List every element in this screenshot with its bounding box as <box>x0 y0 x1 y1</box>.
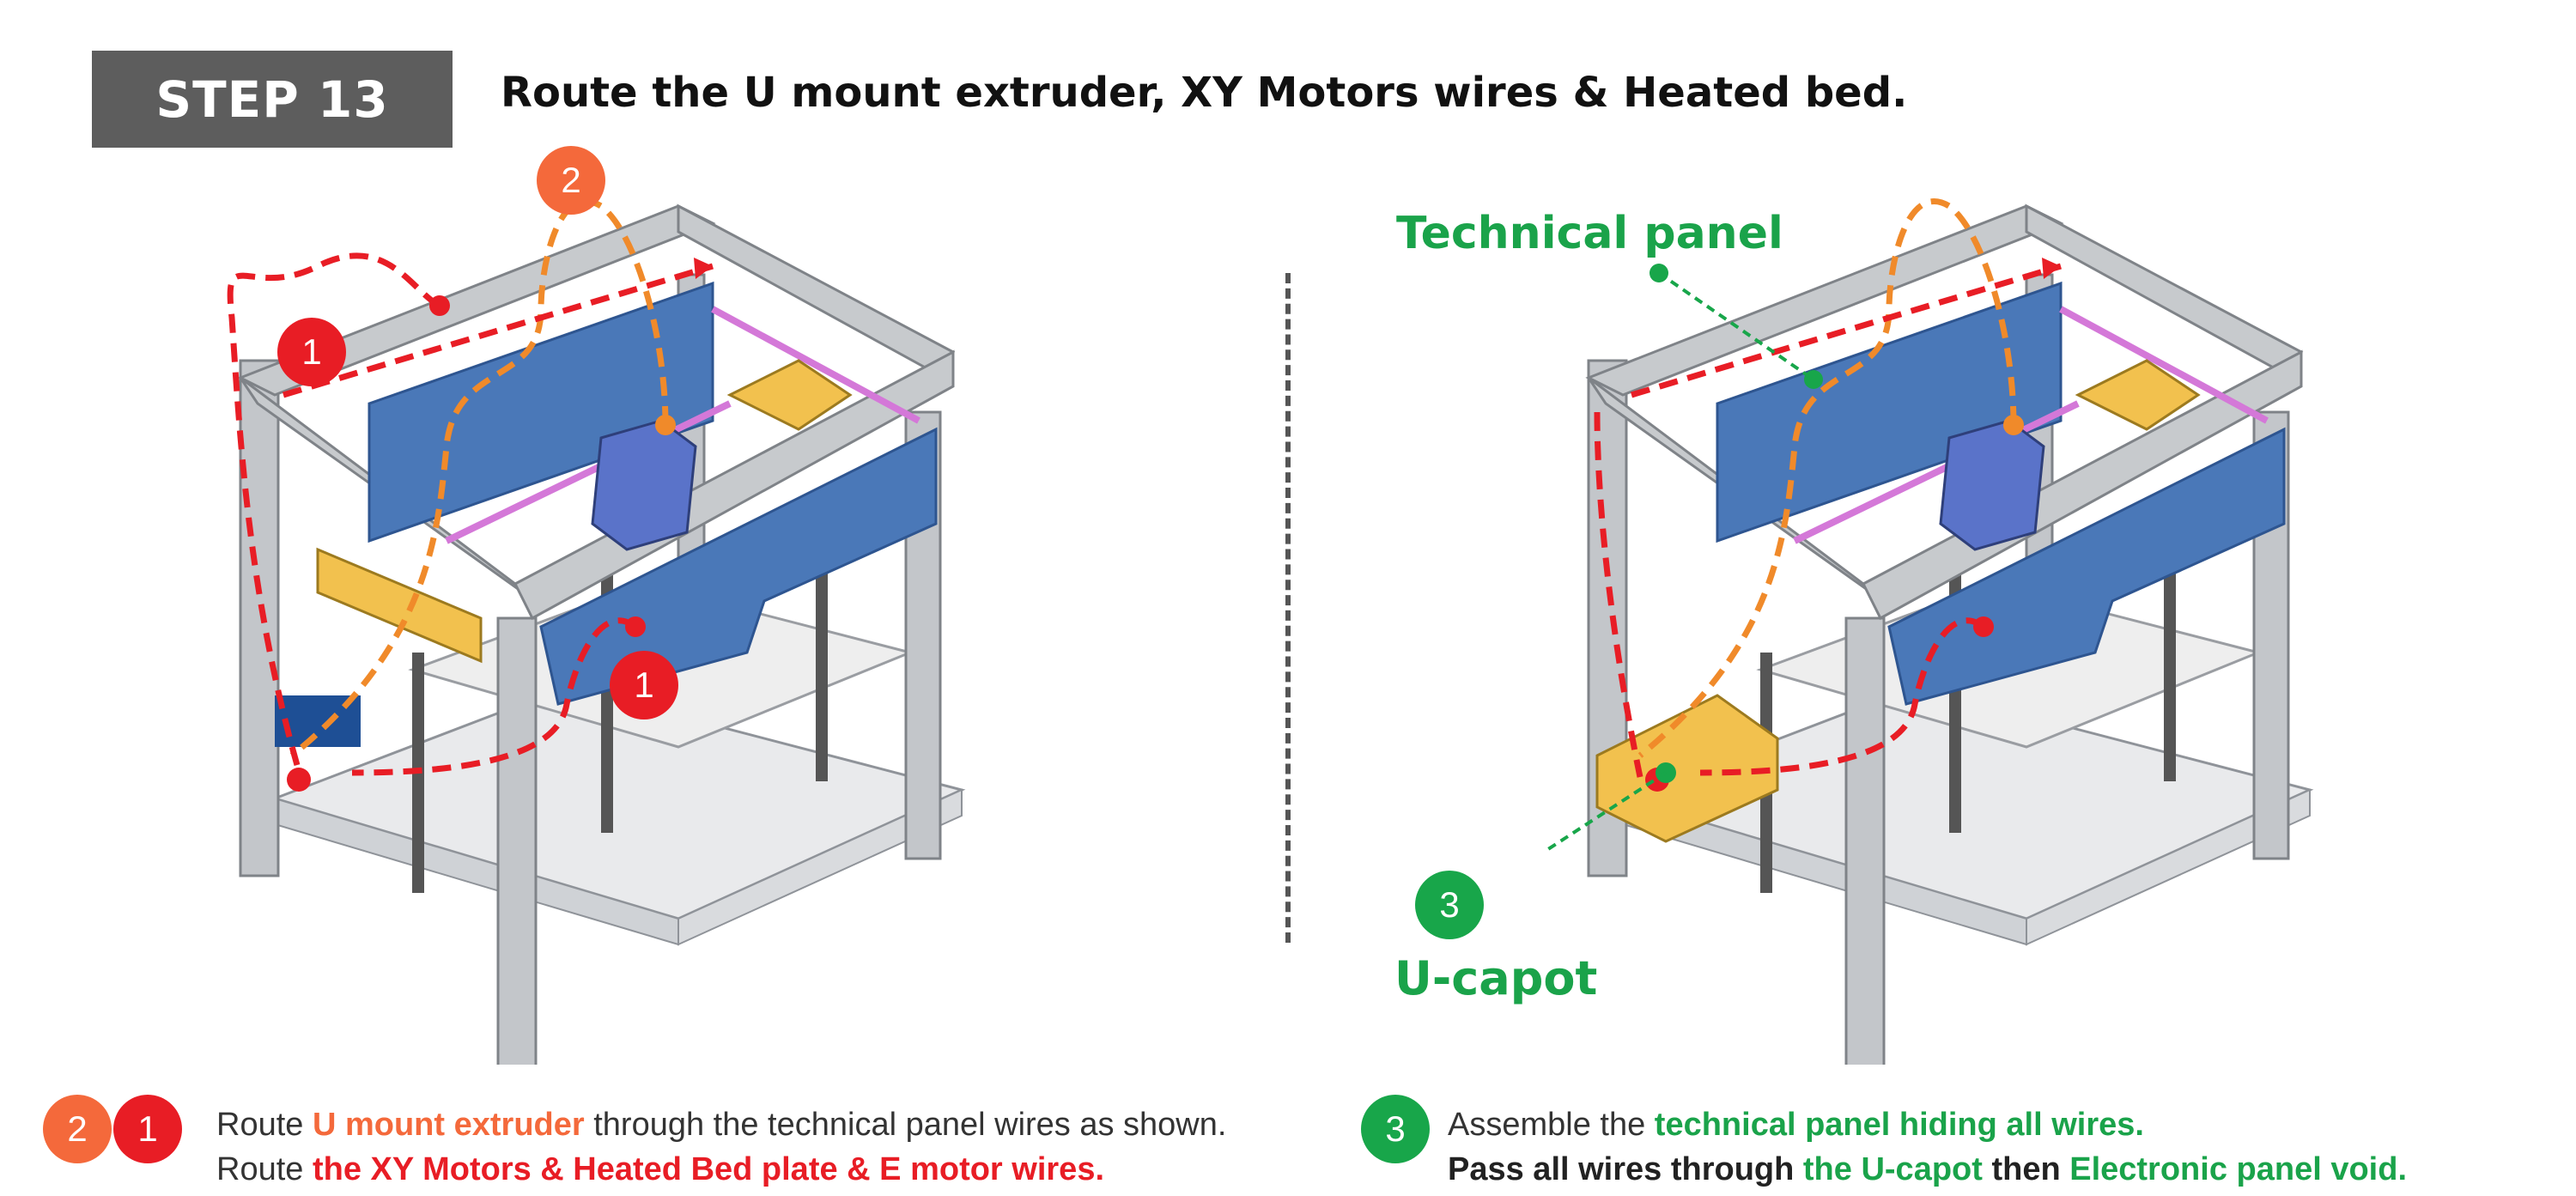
instruction-right-line1: Assemble the technical panel hiding all … <box>1448 1107 2144 1143</box>
technical-panel-label: Technical panel <box>1396 208 1783 259</box>
technical-panel-leader-line <box>1649 264 1815 381</box>
u-capot-marker-3: 3 <box>1415 871 1484 939</box>
left-printer-illustration <box>227 198 966 1065</box>
technical-panel-highlight: technical panel hiding all wires. <box>1654 1107 2144 1143</box>
u-capot-highlight: the U-capot <box>1802 1151 1983 1187</box>
route-marker-1-lower: 1 <box>610 651 678 719</box>
xy-motors-highlight: the XY Motors & Heated Bed plate & E mot… <box>312 1151 1105 1187</box>
route-marker-2-top: 2 <box>537 146 605 215</box>
route-marker-1-upper: 1 <box>277 318 346 386</box>
step-badge: STEP 13 <box>92 51 453 148</box>
instruction-left-line1: Route U mount extruder through the techn… <box>216 1107 1227 1143</box>
instruction-marker-1: 1 <box>113 1095 182 1163</box>
electronic-panel-highlight: Electronic panel void. <box>2069 1151 2407 1187</box>
instruction-right: Assemble the technical panel hiding all … <box>1448 1102 2407 1192</box>
instruction-right-line2: Pass all wires through the U-capot then … <box>1448 1151 2407 1187</box>
u-capot-label: U-capot <box>1394 951 1598 1005</box>
figure-divider <box>1285 273 1291 943</box>
instruction-marker-2: 2 <box>43 1095 112 1163</box>
page-title: Route the U mount extruder, XY Motors wi… <box>501 69 1908 117</box>
u-mount-extruder-highlight: U mount extruder <box>312 1107 585 1143</box>
instruction-marker-3: 3 <box>1361 1095 1430 1163</box>
instruction-left: Route U mount extruder through the techn… <box>216 1102 1226 1192</box>
instruction-left-line2: Route the XY Motors & Heated Bed plate &… <box>216 1151 1105 1187</box>
